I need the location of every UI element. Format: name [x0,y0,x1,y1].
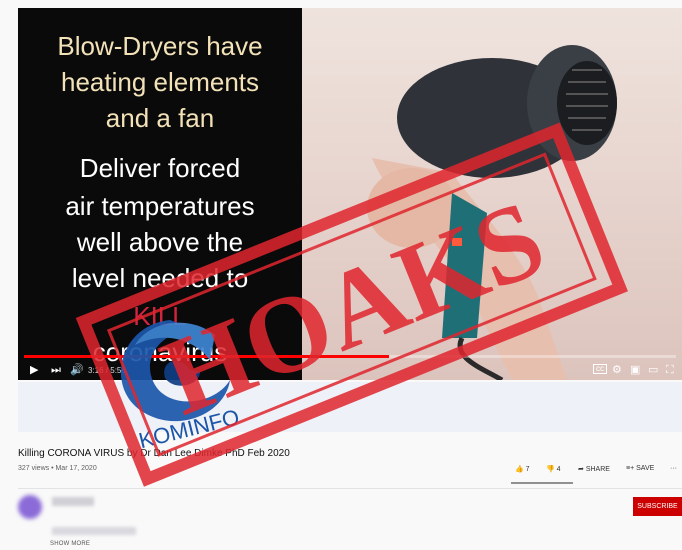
dislike-button[interactable]: 👎 4 [546,465,561,473]
time-display: 3:16 / 5:56 [88,366,126,375]
save-label: SAVE [636,465,655,472]
share-label: SHARE [585,466,610,473]
like-button[interactable]: 👍 7 [515,465,530,473]
channel-description-blurred [52,527,136,535]
slide-body-line: level needed to [71,263,249,293]
thumbs-down-icon: 👎 [546,466,555,473]
slide-body-line: air temperatures [65,191,255,221]
more-actions-button[interactable]: ··· [670,465,677,472]
settings-icon[interactable]: ⚙ [612,364,622,376]
slide-heading-line: and a fan [105,103,215,133]
save-icon: ≡+ [626,465,635,472]
avatar[interactable] [18,495,42,519]
share-button[interactable]: ➦ SHARE [578,465,610,473]
share-icon: ➦ [578,466,584,473]
next-icon[interactable]: ⏭ [51,364,61,376]
captions-icon[interactable]: cc [593,364,607,374]
dislike-count: 4 [556,466,561,473]
video-title: Killing CORONA VIRUS by Dr Dan Lee Dimke… [18,448,290,459]
theater-icon[interactable]: ▭ [648,364,658,376]
video-meta: 327 views • Mar 17, 2020 [18,465,97,472]
hair-dryer-photo [302,8,682,380]
channel-name-blurred[interactable] [52,497,94,506]
hair-dryer-illustration [367,45,617,380]
slide-body-line: well above the [76,227,244,257]
slide-text-panel: Blow-Dryers have heating elements and a … [18,8,302,380]
kill-word: KILL [133,301,187,331]
slide-heading-line: Blow-Dryers have [57,31,263,61]
show-more-link[interactable]: SHOW MORE [50,541,90,547]
miniplayer-icon[interactable]: ▣ [630,364,640,376]
volume-icon[interactable]: 🔊 [70,364,84,376]
video-player[interactable]: Blow-Dryers have heating elements and a … [18,8,682,380]
blurred-banner [18,382,682,432]
player-controls: ▶ ⏭ 🔊 3:16 / 5:56 cc ⚙ ▣ ▭ ⛶ [18,358,682,380]
slide-body-line: Deliver forced [79,153,241,183]
subscribe-button[interactable]: SUBSCRIBE [633,497,682,516]
divider [18,488,682,489]
like-count: 7 [525,466,530,473]
thumbs-up-icon: 👍 [515,466,524,473]
slide-kill-line: KILL [18,298,302,334]
fullscreen-icon[interactable]: ⛶ [666,364,674,376]
slide-heading-line: heating elements [60,67,260,97]
play-icon[interactable]: ▶ [30,364,38,376]
sentiment-bar [511,482,573,484]
save-button[interactable]: ≡+ SAVE [626,465,654,472]
